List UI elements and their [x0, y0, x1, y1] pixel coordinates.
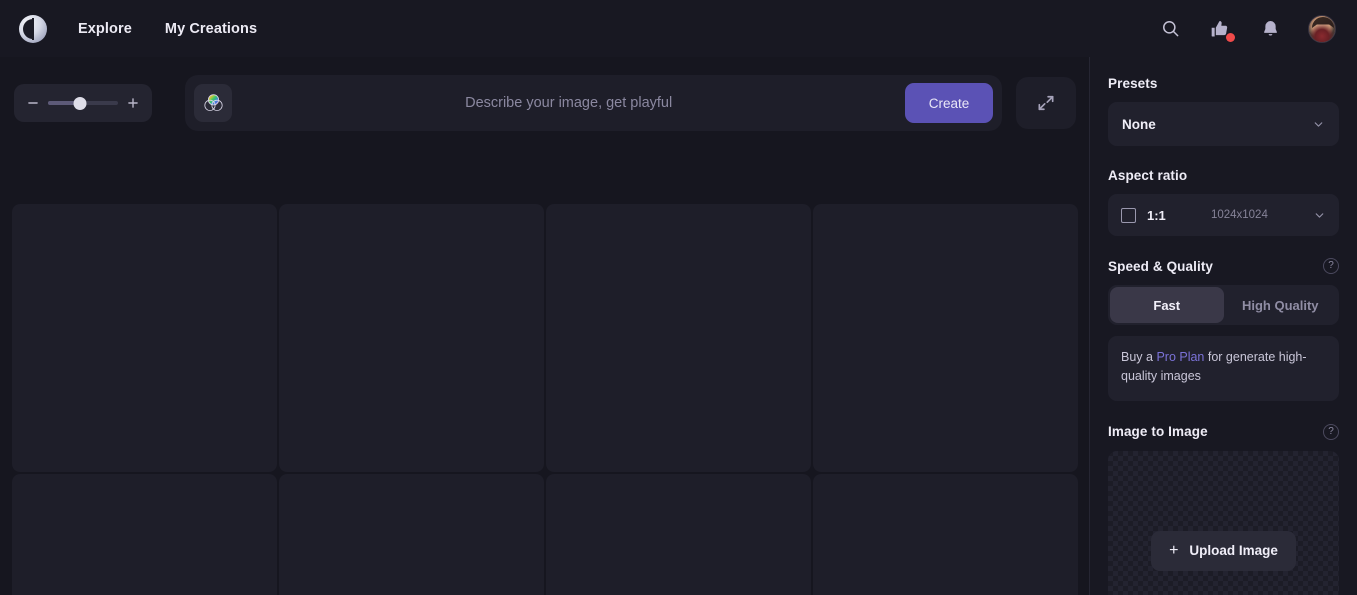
canvas-tile[interactable]	[813, 204, 1078, 472]
aspect-ratio-value: 1:1	[1147, 207, 1166, 223]
pro-plan-promo: Buy a Pro Plan for generate high-quality…	[1108, 336, 1339, 401]
image-to-image-title: Image to Image	[1108, 424, 1208, 440]
image-to-image-header: Image to Image ?	[1108, 423, 1339, 440]
nav-explore[interactable]: Explore	[78, 21, 132, 37]
canvas-tile-grid	[12, 204, 1078, 595]
search-icon[interactable]	[1158, 17, 1182, 41]
user-avatar[interactable]	[1308, 14, 1336, 43]
promo-text-before: Buy a	[1121, 350, 1157, 364]
canvas-tile[interactable]	[12, 474, 277, 595]
topbar-actions	[1158, 14, 1340, 43]
upload-image-button[interactable]: + Upload Image	[1151, 530, 1296, 571]
zoom-slider[interactable]	[48, 95, 119, 111]
zoom-out-button[interactable]	[25, 95, 41, 111]
canvas-tile[interactable]	[279, 474, 544, 595]
bell-icon[interactable]	[1258, 17, 1282, 41]
chevron-down-icon	[1313, 209, 1326, 222]
canvas-tile[interactable]	[546, 204, 811, 472]
speed-option-fast[interactable]: Fast	[1110, 287, 1224, 323]
presets-value: None	[1122, 116, 1156, 132]
presets-title: Presets	[1108, 76, 1158, 91]
aspect-ratio-dimensions: 1024x1024	[1210, 209, 1268, 221]
thumbs-up-icon[interactable]	[1208, 17, 1235, 42]
main-nav: Explore My Creations	[78, 21, 257, 37]
pro-plan-link[interactable]: Pro Plan	[1156, 350, 1204, 364]
prompt-bar: Create	[185, 75, 1002, 131]
presets-select[interactable]: None	[1108, 102, 1339, 146]
app-root: Explore My Creations Describe your image…	[0, 0, 1357, 595]
zoom-control	[14, 84, 153, 122]
square-ratio-icon	[1121, 207, 1136, 223]
plus-icon: +	[1169, 541, 1179, 559]
logo-icon	[19, 14, 47, 43]
body: Create Presets None	[0, 57, 1357, 595]
color-wheel-icon[interactable]	[194, 84, 233, 122]
aspect-ratio-title: Aspect ratio	[1108, 168, 1188, 183]
zoom-in-button[interactable]	[125, 95, 141, 111]
help-icon[interactable]: ?	[1323, 258, 1339, 274]
notification-badge	[1226, 32, 1235, 42]
chevron-down-icon	[1312, 118, 1325, 131]
canvas-tile[interactable]	[279, 204, 544, 472]
nav-my-creations[interactable]: My Creations	[165, 21, 257, 37]
aspect-ratio-select[interactable]: 1:1 1024x1024	[1108, 194, 1339, 236]
canvas-toolbar: Create	[0, 75, 1089, 131]
speed-quality-title: Speed & Quality	[1108, 258, 1214, 274]
top-navigation-bar: Explore My Creations	[0, 0, 1357, 57]
app-logo[interactable]	[18, 14, 48, 44]
prompt-input[interactable]	[232, 83, 905, 123]
image-upload-dropzone[interactable]: + Upload Image	[1108, 450, 1339, 595]
help-icon[interactable]: ?	[1323, 423, 1339, 440]
create-button[interactable]: Create	[905, 83, 993, 123]
canvas-tile[interactable]	[813, 474, 1078, 595]
speed-quality-header: Speed & Quality ?	[1108, 258, 1339, 274]
expand-arrows-icon[interactable]	[1016, 77, 1076, 129]
canvas-area[interactable]: Create	[0, 57, 1089, 595]
speed-option-high-quality[interactable]: High Quality	[1224, 287, 1338, 323]
canvas-tile[interactable]	[546, 474, 811, 595]
zoom-slider-knob[interactable]	[73, 96, 87, 110]
settings-sidebar: Presets None Aspect ratio 1:1 1024x1024	[1089, 57, 1357, 595]
canvas-tile[interactable]	[12, 204, 277, 472]
upload-image-label: Upload Image	[1189, 543, 1278, 559]
speed-quality-toggle: Fast High Quality	[1108, 285, 1339, 325]
